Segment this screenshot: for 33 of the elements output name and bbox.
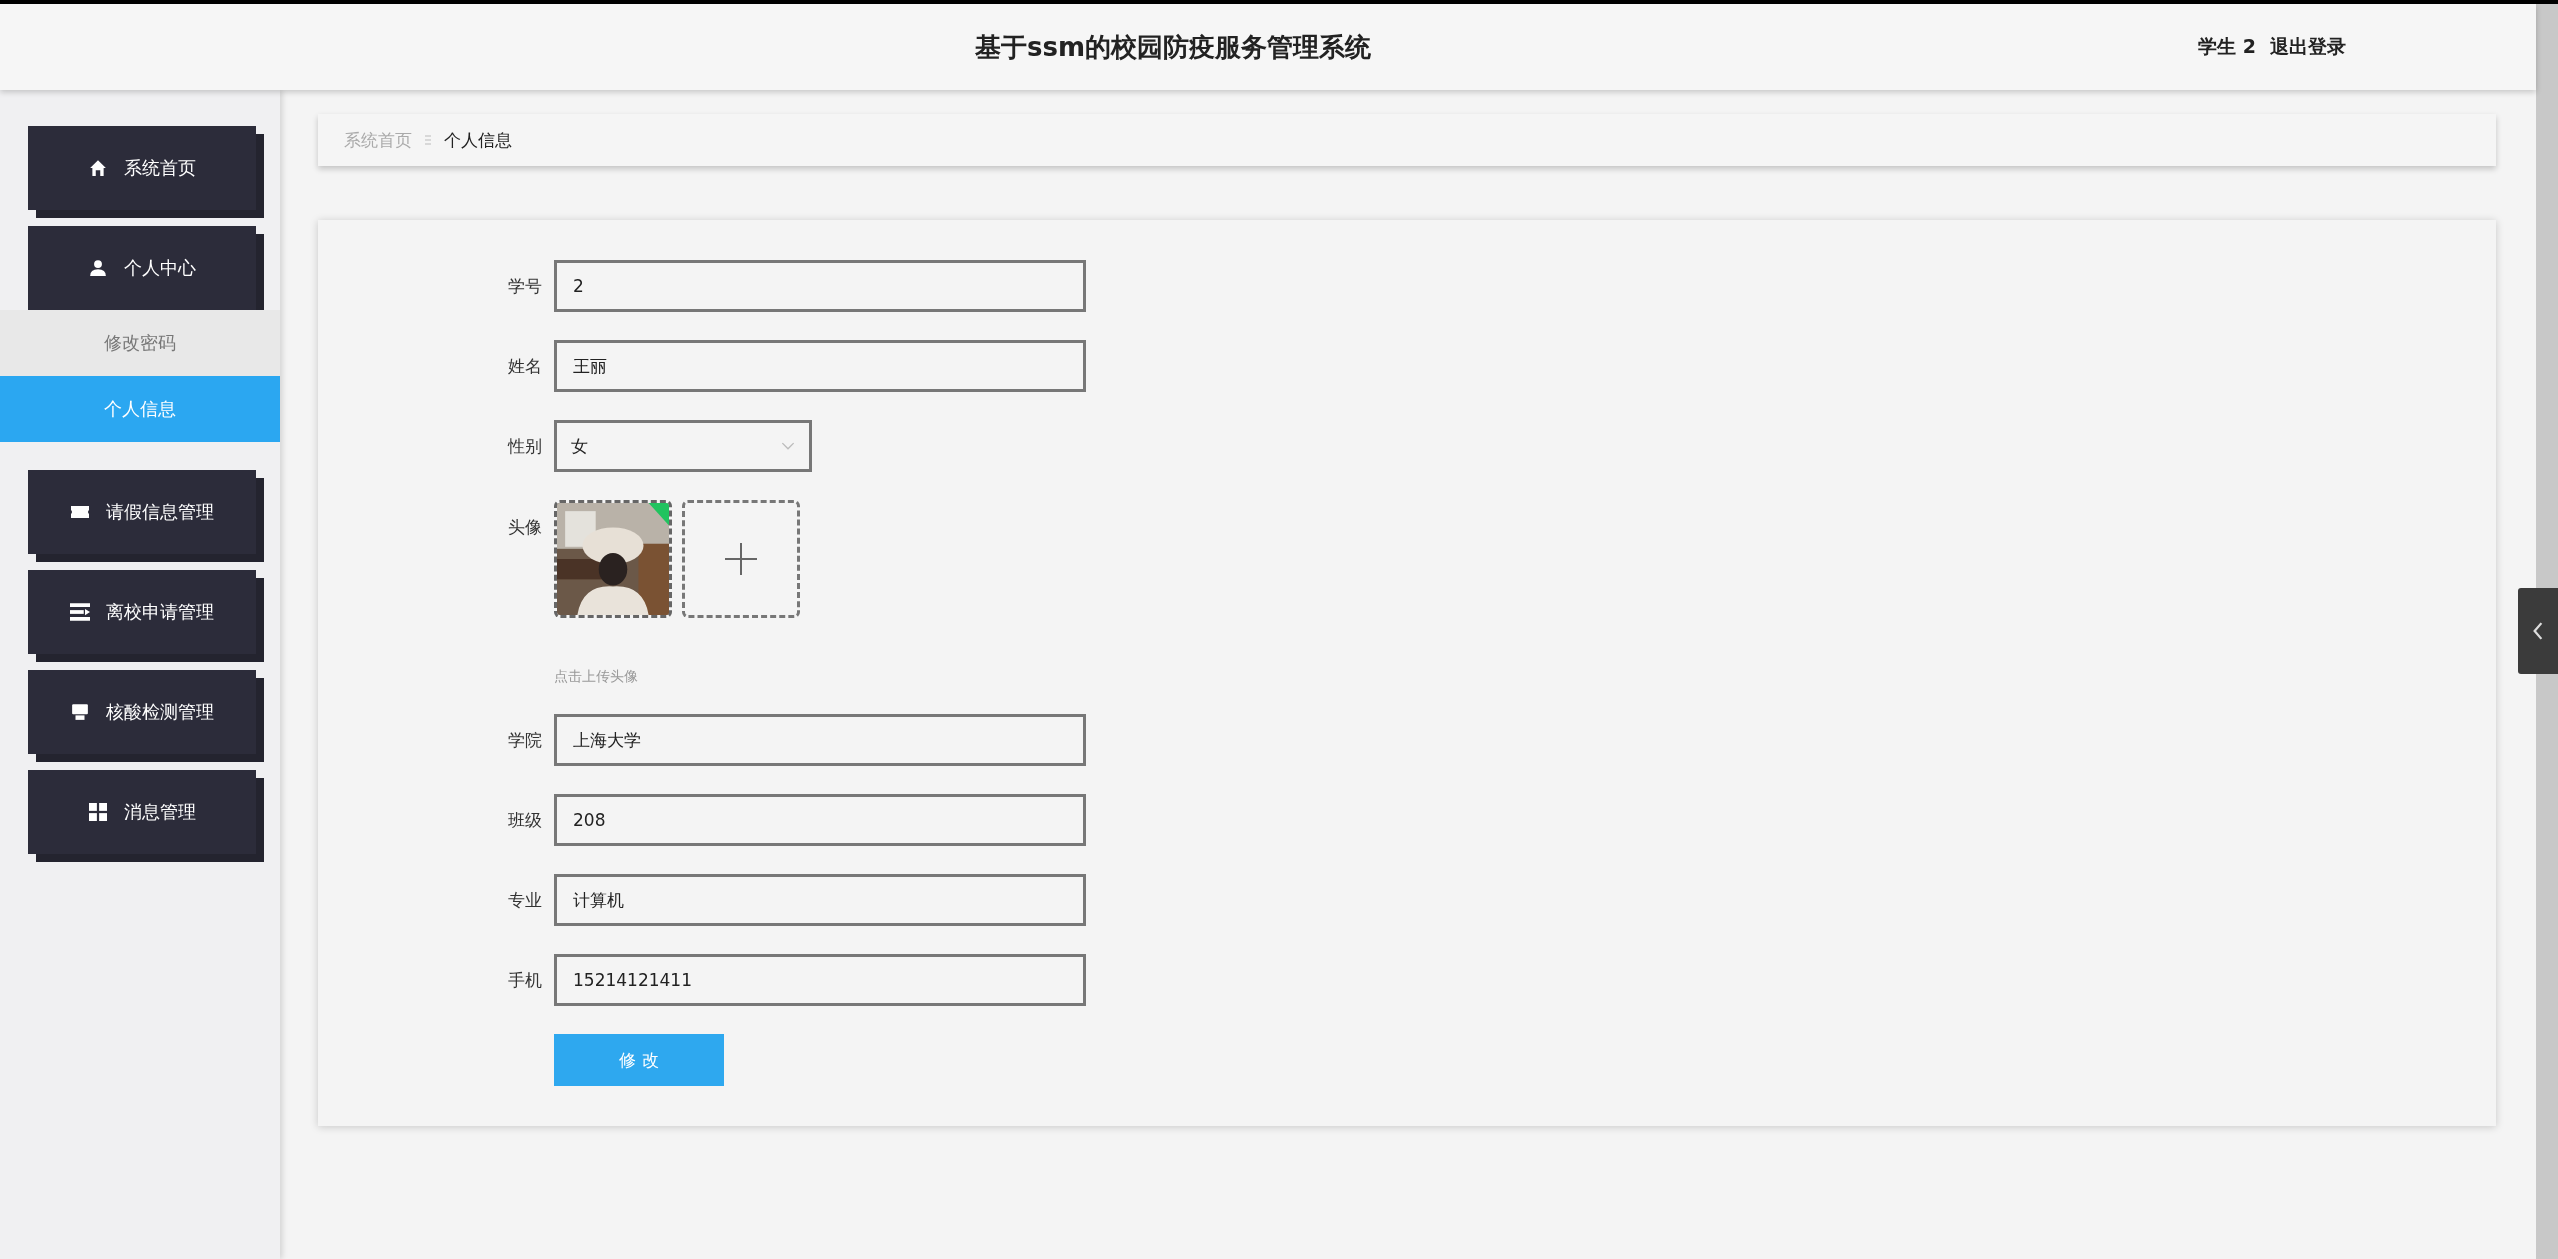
list-icon	[70, 603, 90, 621]
input-field[interactable]: 计算机	[554, 874, 1086, 926]
printer-icon	[70, 703, 90, 721]
field-label: 手机	[508, 968, 542, 992]
user-icon	[88, 259, 108, 277]
chevron-down-icon	[781, 441, 795, 451]
input-field[interactable]: 上海大学	[554, 714, 1086, 766]
ticket-icon	[70, 503, 90, 521]
input-field[interactable]: 208	[554, 794, 1086, 846]
upload-button[interactable]	[682, 500, 800, 618]
plus-icon	[723, 541, 759, 577]
logout-link[interactable]: 退出登录	[2270, 34, 2346, 60]
breadcrumb-item: 个人信息	[444, 128, 512, 152]
grid-icon	[88, 803, 108, 821]
field-label: 学号	[508, 274, 542, 298]
field-label: 专业	[508, 888, 542, 912]
field-label: 学院	[508, 728, 542, 752]
input-field[interactable]: 15214121411	[554, 954, 1086, 1006]
field-label: 姓名	[508, 354, 542, 378]
submenu-item[interactable]: 修改密码	[0, 310, 280, 376]
field-label: 头像	[508, 516, 542, 539]
field-label: 班级	[508, 808, 542, 832]
select-field[interactable]: 女	[554, 420, 812, 472]
chevron-left-icon	[2532, 622, 2544, 640]
field-label: 性别	[508, 434, 542, 458]
input-field[interactable]: 王丽	[554, 340, 1086, 392]
upload-hint: 点击上传头像	[554, 668, 639, 686]
input-field[interactable]: 2	[554, 260, 1086, 312]
home-icon	[88, 159, 108, 177]
scrollbar[interactable]	[2536, 4, 2558, 1259]
separator-icon	[424, 134, 432, 146]
user-name: 学生 2	[2198, 34, 2256, 59]
app-title: 基于ssm的校园防疫服务管理系统	[975, 30, 1372, 64]
